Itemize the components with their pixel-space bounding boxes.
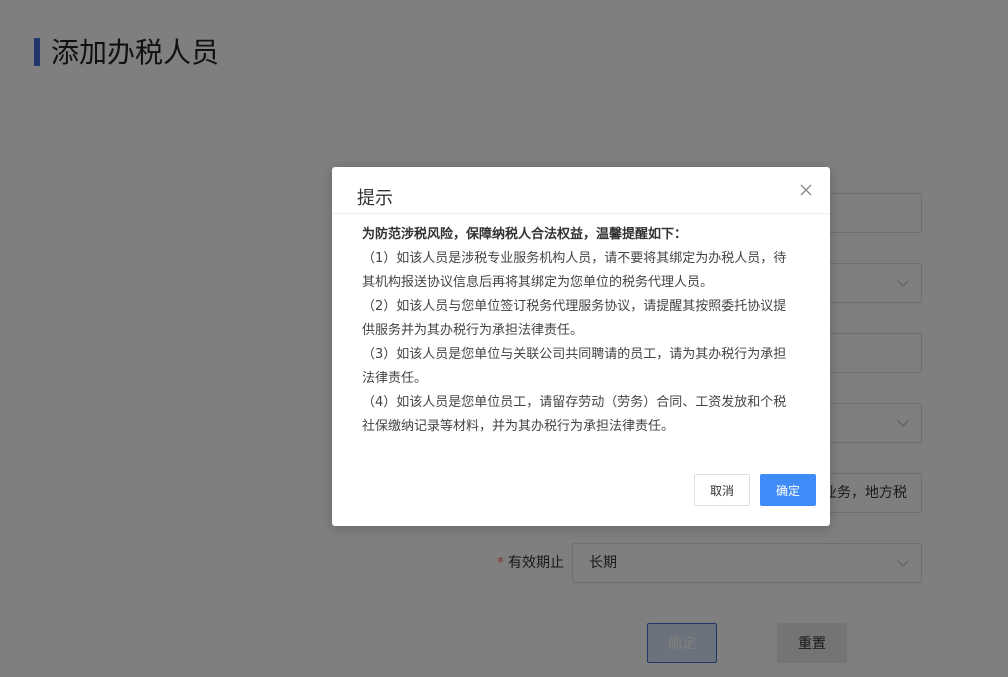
confirm-button[interactable]: 确定 xyxy=(760,474,816,506)
cancel-button[interactable]: 取消 xyxy=(694,474,750,506)
dialog-lead: 为防范涉税风险，保障纳税人合法权益，温馨提醒如下： xyxy=(362,227,688,242)
dialog-title: 提示 xyxy=(357,188,393,209)
dialog-header: 提示 xyxy=(332,167,830,214)
dialog-item-1: （1）如该人员是涉税专业服务机构人员，请不要将其绑定为办税人员，待其机构报送协议… xyxy=(362,251,787,290)
dialog-item-2: （2）如该人员与您单位签订税务代理服务协议，请提醒其按照委托协议提供服务并为其办… xyxy=(362,299,787,338)
dialog-item-3: （3）如该人员是您单位与关联公司共同聘请的员工，请为其办税行为承担法律责任。 xyxy=(362,347,787,386)
dialog-item-4: （4）如该人员是您单位员工，请留存劳动（劳务）合同、工资发放和个税社保缴纳记录等… xyxy=(362,395,787,434)
tip-dialog: 提示 为防范涉税风险，保障纳税人合法权益，温馨提醒如下： （1）如该人员是涉税专… xyxy=(332,167,830,526)
close-icon[interactable] xyxy=(798,182,814,198)
dialog-body: 为防范涉税风险，保障纳税人合法权益，温馨提醒如下： （1）如该人员是涉税专业服务… xyxy=(362,223,798,439)
